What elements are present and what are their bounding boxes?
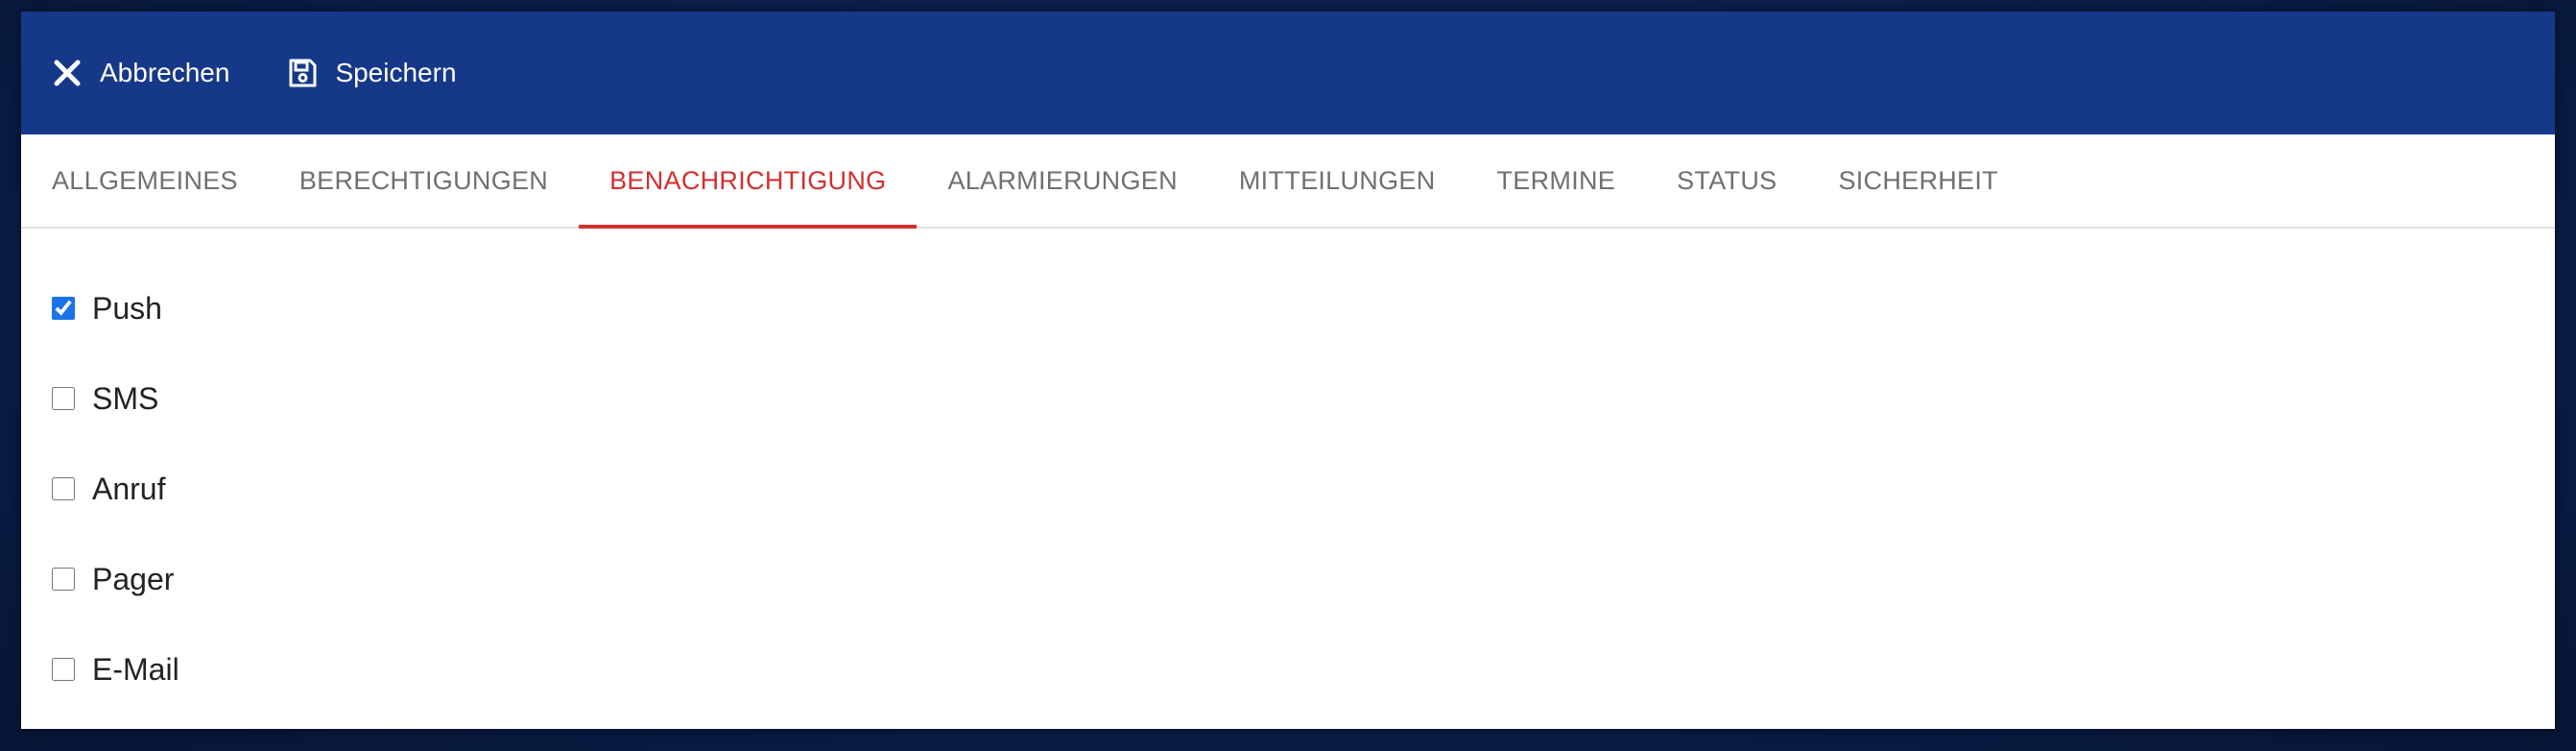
pager-checkbox[interactable] [52,568,75,591]
anruf-checkbox[interactable] [52,477,75,500]
tab-berechtigungen[interactable]: BERECHTIGUNGEN [269,134,579,227]
option-email: E-Mail [52,624,179,715]
option-anruf: Anruf [52,444,179,534]
email-label[interactable]: E-Mail [92,652,179,688]
push-label[interactable]: Push [92,291,162,327]
push-checkbox[interactable] [52,297,75,320]
pager-label[interactable]: Pager [92,562,174,597]
dialog-toolbar: Abbrechen Speichern [21,12,2555,134]
anruf-label[interactable]: Anruf [92,472,165,507]
close-icon [50,56,84,90]
save-button[interactable]: Speichern [285,56,457,90]
tab-allgemeines[interactable]: ALLGEMEINES [21,134,269,227]
tab-benachrichtigung[interactable]: BENACHRICHTIGUNG [579,134,918,229]
sms-label[interactable]: SMS [92,381,158,417]
tab-alarmierungen[interactable]: ALARMIERUNGEN [917,134,1207,227]
tab-status[interactable]: STATUS [1646,134,1807,227]
notification-options: Push SMS Anruf Pager E-Mail [52,263,179,715]
option-pager: Pager [52,534,179,624]
sms-checkbox[interactable] [52,387,75,410]
floppy-disk-icon [285,56,320,90]
tab-sicherheit[interactable]: SICHERHEIT [1807,134,2029,227]
cancel-button-label: Abbrechen [100,58,230,87]
tab-bar: ALLGEMEINES BERECHTIGUNGEN BENACHRICHTIG… [21,134,2555,229]
save-button-label: Speichern [335,58,457,87]
settings-dialog: Abbrechen Speichern ALLGEMEINES BERECHTI… [21,12,2555,729]
option-push: Push [52,263,179,353]
option-sms: SMS [52,353,179,444]
tab-mitteilungen[interactable]: MITTEILUNGEN [1208,134,1467,227]
email-checkbox[interactable] [52,658,75,681]
cancel-button[interactable]: Abbrechen [50,56,229,90]
tab-termine[interactable]: TERMINE [1467,134,1647,227]
